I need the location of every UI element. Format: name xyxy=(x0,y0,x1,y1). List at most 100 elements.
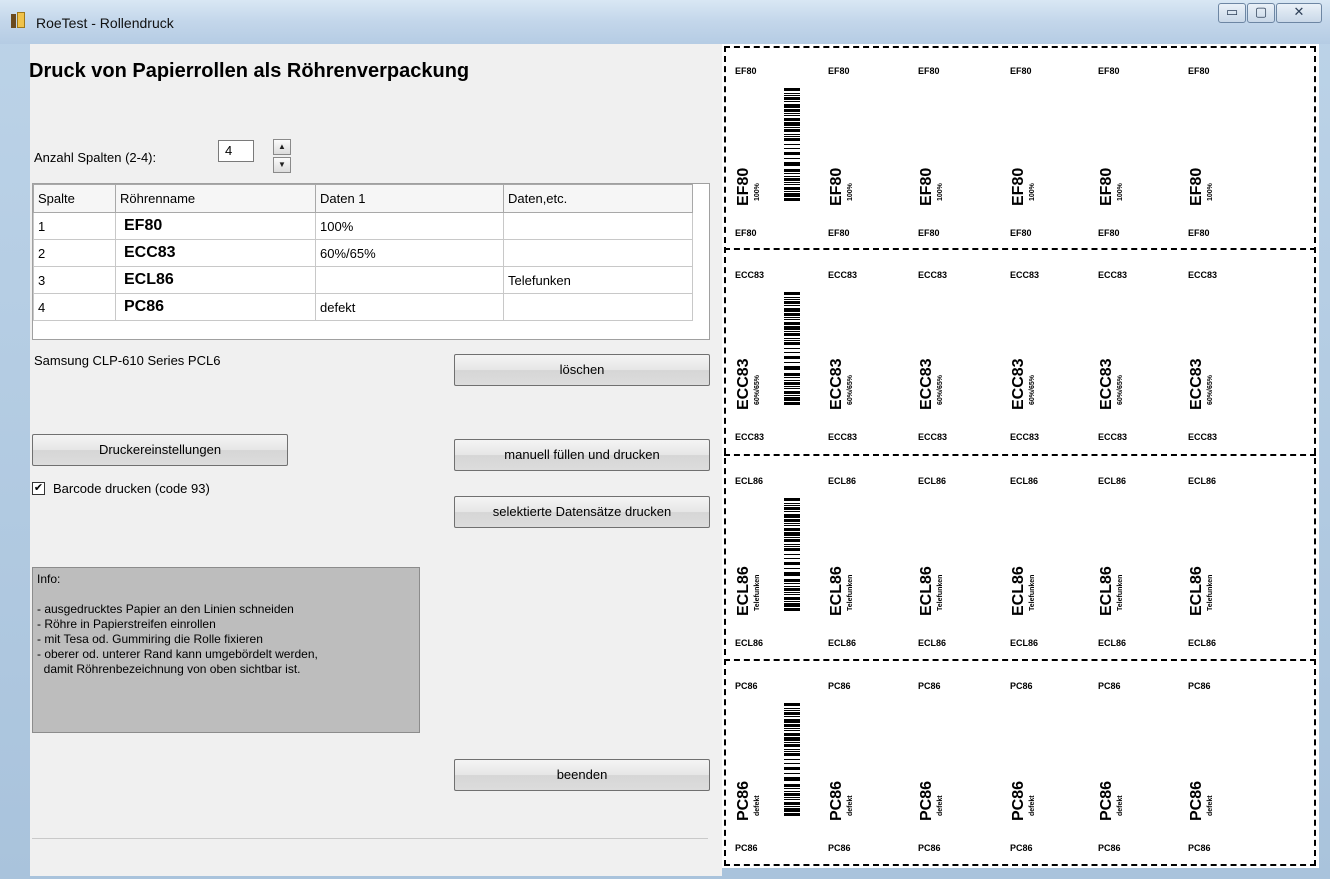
label-top-name: ECL86 xyxy=(828,476,857,486)
cut-line xyxy=(724,248,1316,250)
label-vertical-name: EF80 xyxy=(1010,167,1027,206)
label-vertical-data: 100% xyxy=(1029,183,1036,201)
table-header-row: Spalte Röhrenname Daten 1 Daten,etc. xyxy=(33,184,693,213)
table-row[interactable]: 1 EF80 100% xyxy=(33,212,693,240)
cut-line xyxy=(724,659,1316,661)
label-vertical-data: 100% xyxy=(1117,183,1124,201)
label-bottom-name: PC86 xyxy=(1188,843,1211,853)
label-bottom-name: ECC83 xyxy=(1098,432,1128,442)
label-bottom-name: PC86 xyxy=(828,843,851,853)
columns-label: Anzahl Spalten (2-4): xyxy=(34,150,157,165)
label-top-name: EF80 xyxy=(828,66,850,76)
label-vertical-data: defekt xyxy=(1207,795,1214,816)
column-header-daten1[interactable]: Daten 1 xyxy=(315,184,504,213)
label-top-name: EF80 xyxy=(1098,66,1120,76)
label-top-name: ECL86 xyxy=(1098,476,1127,486)
label-vertical-name: PC86 xyxy=(828,780,845,821)
label-bottom-name: EF80 xyxy=(1010,228,1032,238)
label-bottom-name: ECC83 xyxy=(1188,432,1218,442)
cell-spalte[interactable]: 2 xyxy=(33,239,116,267)
title-bar[interactable]: RoeTest - Rollendruck ▭ ▢ ✕ xyxy=(0,0,1330,44)
cell-name[interactable]: PC86 xyxy=(115,293,316,321)
label-top-name: EF80 xyxy=(1188,66,1210,76)
cell-daten1[interactable]: defekt xyxy=(315,293,504,321)
label-vertical-data: defekt xyxy=(937,795,944,816)
cell-spalte[interactable]: 4 xyxy=(33,293,116,321)
table-row[interactable]: 4 PC86 defekt xyxy=(33,293,693,321)
table-row[interactable]: 3 ECL86 Telefunken xyxy=(33,266,693,294)
label-top-name: ECL86 xyxy=(735,476,764,486)
cell-daten1[interactable]: 60%/65% xyxy=(315,239,504,267)
label-bottom-name: EF80 xyxy=(1188,228,1210,238)
loeschen-button[interactable]: löschen xyxy=(454,354,710,386)
label-vertical-name: PC86 xyxy=(918,780,935,821)
status-bar xyxy=(32,838,708,872)
label-vertical-name: ECL86 xyxy=(735,566,752,616)
label-vertical-data: defekt xyxy=(1117,795,1124,816)
cell-name[interactable]: ECC83 xyxy=(115,239,316,267)
info-panel: Info: - ausgedrucktes Papier an den Lini… xyxy=(32,567,420,733)
cell-daten-etc[interactable]: Telefunken xyxy=(503,266,693,294)
manuell-drucken-button[interactable]: manuell füllen und drucken xyxy=(454,439,710,471)
cell-spalte[interactable]: 1 xyxy=(33,212,116,240)
label-vertical-data: 100% xyxy=(754,183,761,201)
label-bottom-name: ECC83 xyxy=(918,432,948,442)
label-top-name: PC86 xyxy=(1188,681,1211,691)
label-vertical-name: ECC83 xyxy=(828,358,845,410)
label-vertical-name: ECL86 xyxy=(1010,566,1027,616)
label-vertical-data: 60%/65% xyxy=(1029,375,1036,405)
label-top-name: EF80 xyxy=(1010,66,1032,76)
cell-name[interactable]: ECL86 xyxy=(115,266,316,294)
column-header-spalte[interactable]: Spalte xyxy=(33,184,116,213)
label-vertical-data: Telefunken xyxy=(1029,574,1036,611)
cell-daten1[interactable]: 100% xyxy=(315,212,504,240)
label-vertical-name: EF80 xyxy=(1188,167,1205,206)
label-vertical-data: 60%/65% xyxy=(847,375,854,405)
info-line: - oberer od. unterer Rand kann umgebörde… xyxy=(37,647,318,661)
label-vertical-name: ECL86 xyxy=(828,566,845,616)
label-bottom-name: ECC83 xyxy=(828,432,858,442)
label-vertical-name: EF80 xyxy=(735,167,752,206)
cell-spalte[interactable]: 3 xyxy=(33,266,116,294)
label-top-name: ECC83 xyxy=(828,270,858,280)
label-bottom-name: ECL86 xyxy=(1010,638,1039,648)
spin-up-button[interactable]: ▲ xyxy=(273,139,291,155)
label-vertical-name: EF80 xyxy=(918,167,935,206)
barcode-image xyxy=(784,292,800,406)
info-title: Info: xyxy=(37,572,61,586)
cell-name[interactable]: EF80 xyxy=(115,212,316,240)
maximize-button[interactable]: ▢ xyxy=(1247,3,1275,23)
beenden-button[interactable]: beenden xyxy=(454,759,710,791)
label-vertical-data: defekt xyxy=(754,795,761,816)
cut-line xyxy=(724,454,1316,456)
label-top-name: EF80 xyxy=(918,66,940,76)
label-top-name: ECL86 xyxy=(918,476,947,486)
barcode-checkbox-label[interactable]: Barcode drucken (code 93) xyxy=(53,481,210,496)
barcode-checkbox[interactable]: ✔ xyxy=(32,482,45,495)
label-bottom-name: ECL86 xyxy=(918,638,947,648)
label-vertical-name: EF80 xyxy=(828,167,845,206)
minimize-button[interactable]: ▭ xyxy=(1218,3,1246,23)
columns-input[interactable]: 4 xyxy=(218,140,254,162)
label-vertical-data: Telefunken xyxy=(754,574,761,611)
cell-daten-etc[interactable] xyxy=(503,212,693,240)
column-header-name[interactable]: Röhrenname xyxy=(115,184,316,213)
cell-daten1[interactable] xyxy=(315,266,504,294)
druckereinstellungen-button[interactable]: Druckereinstellungen xyxy=(32,434,288,466)
info-line: - Röhre in Papierstreifen einrollen xyxy=(37,617,216,631)
cell-daten-etc[interactable] xyxy=(503,239,693,267)
selektiert-drucken-button[interactable]: selektierte Datensätze drucken xyxy=(454,496,710,528)
close-button[interactable]: ✕ xyxy=(1276,3,1322,23)
spin-down-button[interactable]: ▼ xyxy=(273,157,291,173)
app-icon xyxy=(10,12,26,30)
table-row[interactable]: 2 ECC83 60%/65% xyxy=(33,239,693,267)
cell-daten-etc[interactable] xyxy=(503,293,693,321)
label-vertical-data: 100% xyxy=(937,183,944,201)
tube-table[interactable]: Spalte Röhrenname Daten 1 Daten,etc. 1 E… xyxy=(32,183,710,340)
column-header-daten-etc[interactable]: Daten,etc. xyxy=(503,184,693,213)
label-vertical-data: 60%/65% xyxy=(937,375,944,405)
label-vertical-name: ECC83 xyxy=(1188,358,1205,410)
window-title: RoeTest - Rollendruck xyxy=(36,15,174,31)
columns-spinner: ▲ ▼ xyxy=(273,139,291,173)
label-top-name: PC86 xyxy=(1010,681,1033,691)
